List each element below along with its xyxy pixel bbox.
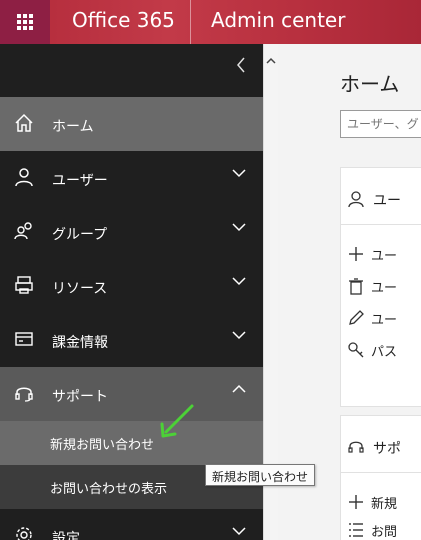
sidebar-item-label: サポート: [52, 389, 108, 405]
sidebar-item-label: 課金情報: [52, 335, 108, 351]
card-link[interactable]: お問: [371, 521, 397, 540]
brand-title[interactable]: Office 365: [72, 8, 175, 32]
sidebar-item-label: ユーザー: [52, 173, 108, 189]
card-link[interactable]: ユー: [371, 309, 397, 328]
headset-icon: [12, 381, 36, 405]
sidebar-item-home[interactable]: ホーム: [0, 97, 263, 151]
card-divider: [341, 472, 421, 473]
sidebar-item-label: 設定: [52, 531, 80, 540]
list-icon: [349, 523, 363, 537]
support-card: サポ 新規 お問: [340, 415, 421, 540]
app-launcher-button[interactable]: [0, 0, 50, 44]
sidebar-item-billing[interactable]: 課金情報: [0, 313, 263, 367]
topbar-divider: [190, 0, 191, 44]
page-title: ホーム: [340, 72, 400, 96]
collapse-sidebar-button[interactable]: [235, 56, 247, 79]
trash-icon: [349, 278, 363, 295]
chevron-down-icon[interactable]: [231, 165, 247, 181]
billing-icon: [12, 327, 36, 351]
sidebar-subitem-label: 新規お問い合わせ: [50, 438, 155, 453]
sidebar-item-label: ホーム: [52, 119, 94, 135]
user-icon: [12, 165, 36, 189]
card-link[interactable]: パス: [371, 341, 397, 360]
headset-icon: [348, 441, 364, 453]
add-icon: [349, 495, 363, 509]
home-icon: [12, 111, 36, 135]
card-title: サポ: [373, 441, 401, 457]
sidebar-item-label: リソース: [52, 281, 108, 297]
resources-icon: [12, 273, 36, 297]
key-icon: [348, 342, 364, 358]
chevron-down-icon[interactable]: [231, 273, 247, 289]
group-icon: [12, 219, 36, 243]
sidebar-subitem-new-request[interactable]: 新規お問い合わせ: [0, 421, 263, 465]
chevron-down-icon[interactable]: [231, 523, 247, 539]
users-card: ユー ユー ユー ユー パス: [340, 167, 421, 407]
card-title: ユー: [373, 193, 401, 209]
sidebar-item-label: グループ: [52, 227, 108, 243]
chevron-up-icon[interactable]: [231, 381, 247, 397]
card-link[interactable]: ユー: [371, 245, 397, 264]
scroll-up-icon[interactable]: [266, 56, 276, 66]
card-link[interactable]: ユー: [371, 277, 397, 296]
card-divider: [341, 224, 421, 225]
sidebar-item-users[interactable]: ユーザー: [0, 151, 263, 205]
add-icon: [349, 247, 363, 261]
sidebar-item-support[interactable]: サポート: [0, 367, 263, 421]
chevron-down-icon[interactable]: [231, 219, 247, 235]
chevron-down-icon[interactable]: [231, 327, 247, 343]
user-icon: [348, 191, 364, 208]
sidebar-item-settings[interactable]: 設定: [0, 509, 263, 540]
card-link[interactable]: 新規: [371, 493, 397, 512]
sidebar-subitem-label: お問い合わせの表示: [50, 482, 168, 497]
chevron-left-icon: [237, 57, 245, 73]
gear-icon: [12, 523, 36, 540]
app-title: Admin center: [211, 8, 346, 32]
sidebar-item-groups[interactable]: グループ: [0, 205, 263, 259]
waffle-icon: [17, 14, 33, 30]
tooltip: 新規お問い合わせ: [205, 464, 316, 486]
edit-icon: [349, 310, 364, 325]
top-bar: Office 365 Admin center: [0, 0, 421, 44]
sidebar-item-resources[interactable]: リソース: [0, 259, 263, 313]
search-input[interactable]: [340, 110, 421, 138]
